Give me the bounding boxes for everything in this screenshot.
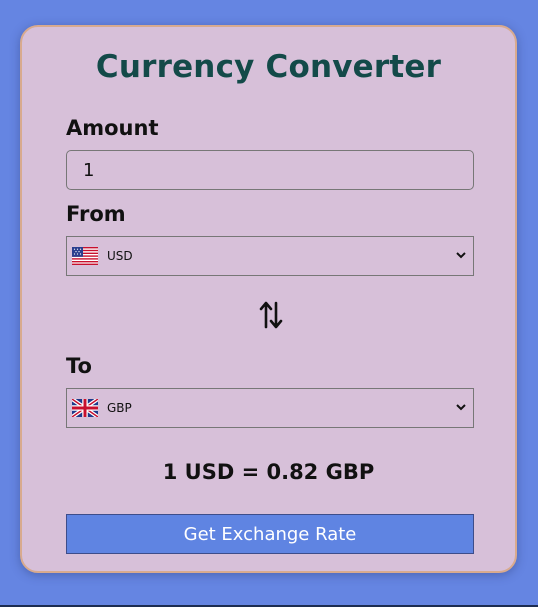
us-flag-icon [72,247,98,265]
amount-input[interactable] [66,150,474,190]
to-label: To [66,354,92,378]
get-exchange-rate-button[interactable]: Get Exchange Rate [66,514,474,554]
swap-arrows-icon[interactable] [258,300,284,330]
to-currency-select[interactable]: GBP [66,388,474,428]
app-title: Currency Converter [95,49,442,85]
from-currency-select[interactable]: USD [66,236,474,276]
chevron-down-icon [456,404,466,411]
chevron-down-icon [456,252,466,259]
to-currency-value: GBP [107,401,132,415]
exchange-result: 1 USD = 0.82 GBP [162,460,375,484]
from-label: From [66,202,126,226]
uk-flag-icon [72,399,98,417]
amount-label: Amount [66,116,159,140]
converter-card: Currency Converter Amount From USD [20,25,517,573]
from-currency-value: USD [107,249,133,263]
